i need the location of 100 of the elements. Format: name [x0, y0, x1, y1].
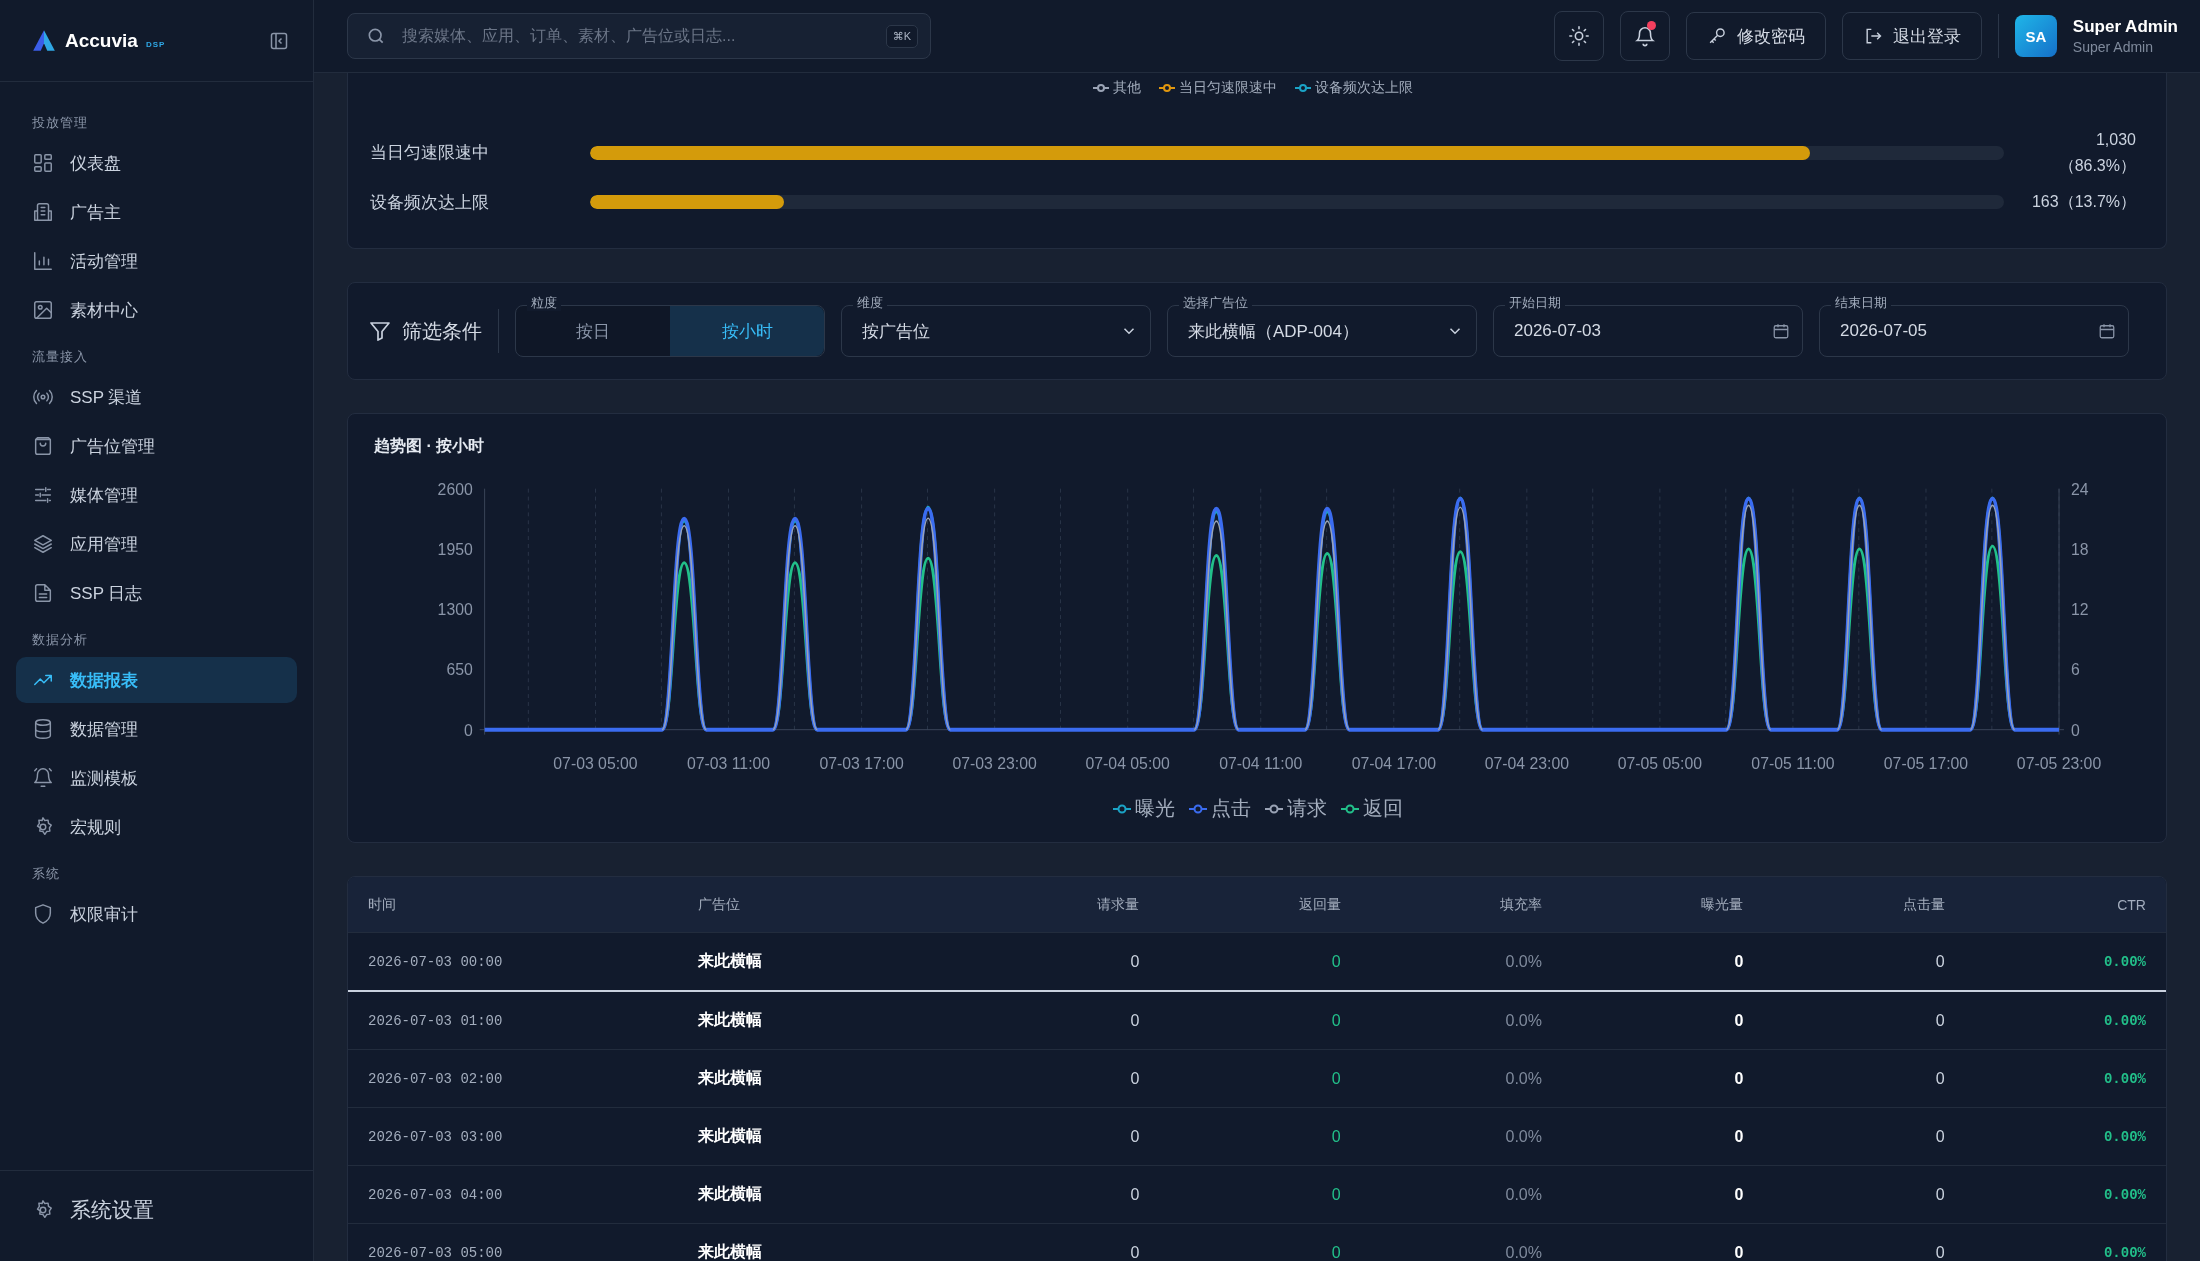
table-cell-text: 0 — [1129, 1185, 1140, 1204]
table-cell-text: 0 — [1934, 952, 1945, 971]
table-cell-text: 来此横幅 — [698, 1068, 763, 1089]
nav-section-title: 系统 — [31, 865, 61, 883]
user-role: Super Admin — [2072, 39, 2154, 55]
legend-label: 其他 — [1113, 79, 1141, 97]
table-cell-text: 0.00% — [2102, 1128, 2146, 1145]
table-cell-text: 0 — [1330, 1185, 1341, 1204]
table-cell-text: 0 — [1129, 1011, 1140, 1030]
legend-label: 点击 — [1211, 796, 1251, 822]
chart-title: 趋势图 · 按小时 — [374, 436, 486, 457]
table-cell-text: 0.00% — [2102, 1070, 2146, 1087]
legend-label: 返回 — [1363, 796, 1403, 822]
table-cell-text: 2026-07-03 02:00 — [368, 1070, 504, 1087]
x-tick-label: 07-03 17:00 — [819, 755, 904, 773]
legend-label: 当日匀速限速中 — [1179, 79, 1277, 97]
table-cell-text: 来此横幅 — [698, 1184, 763, 1205]
brand-tag: DSP — [145, 40, 166, 49]
field-label: 结束日期 — [1831, 295, 1891, 312]
y-tick-label: 1300 — [437, 601, 473, 619]
table-cell-text: 0.0% — [1504, 1069, 1542, 1088]
column-header: 曝光量 — [1700, 895, 1744, 914]
column-header: 点击量 — [1901, 895, 1945, 914]
y2-tick-label: 6 — [2070, 661, 2080, 679]
table-cell-text: 来此横幅 — [698, 951, 763, 972]
field-label: 粒度 — [527, 295, 561, 312]
table-cell-text: 0 — [1733, 952, 1744, 971]
field-label: 维度 — [853, 295, 887, 312]
x-tick-label: 07-04 05:00 — [1085, 755, 1170, 773]
table-cell-text: 0.00% — [2102, 1244, 2146, 1261]
table-cell-text: 来此横幅 — [698, 1126, 763, 1147]
x-tick-label: 07-03 11:00 — [686, 755, 771, 773]
table-cell-text: 0 — [1129, 952, 1140, 971]
table-cell-text: 0 — [1330, 952, 1341, 971]
nav-section-title: 流量接入 — [31, 348, 89, 366]
y2-tick-label: 0 — [2070, 721, 2080, 739]
column-header: 广告位 — [698, 895, 741, 914]
legend-label: 曝光 — [1135, 796, 1175, 822]
field-value: 2026-07-05 — [1840, 321, 1927, 342]
table-cell-text: 0 — [1934, 1011, 1945, 1030]
legend-label: 请求 — [1287, 796, 1327, 822]
y2-tick-label: 24 — [2070, 480, 2089, 498]
table-cell-text: 0.0% — [1504, 1185, 1542, 1204]
column-header: 填充率 — [1499, 895, 1542, 914]
legend-label: 设备频次达上限 — [1315, 79, 1413, 97]
table-cell-text: 2026-07-03 04:00 — [368, 1186, 504, 1203]
x-tick-label: 07-04 11:00 — [1219, 755, 1303, 773]
table-cell-text: 0 — [1129, 1069, 1140, 1088]
table-cell-text: 0.0% — [1504, 1243, 1542, 1261]
field-value: 按广告位 — [862, 320, 930, 343]
x-tick-label: 07-05 11:00 — [1751, 755, 1835, 773]
bar-label: 设备频次达上限 — [370, 191, 490, 214]
x-tick-label: 07-05 23:00 — [2016, 755, 2102, 773]
x-tick-label: 07-05 05:00 — [1617, 755, 1703, 773]
table-cell-text: 2026-07-03 00:00 — [368, 953, 504, 970]
table-cell-text: 0 — [1733, 1069, 1744, 1088]
table-cell-text: 0 — [1129, 1127, 1140, 1146]
y-tick-label: 1950 — [437, 541, 473, 559]
brand-name: Accuvia — [65, 29, 138, 52]
table-cell-text: 0 — [1330, 1127, 1341, 1146]
nav-section-title: 投放管理 — [31, 114, 89, 132]
user-name: Super Admin — [2072, 17, 2178, 37]
table-cell-text: 0 — [1934, 1243, 1945, 1261]
table-cell-text: 2026-07-03 05:00 — [368, 1244, 504, 1261]
table-cell-text: 0.00% — [2102, 1012, 2146, 1029]
nav-section-title: 数据分析 — [31, 631, 89, 649]
column-header: 时间 — [368, 895, 397, 914]
x-tick-label: 07-04 17:00 — [1351, 755, 1436, 773]
y-tick-label: 2600 — [437, 480, 473, 498]
x-tick-label: 07-03 05:00 — [553, 755, 638, 773]
table-cell-text: 0 — [1330, 1011, 1341, 1030]
y2-tick-label: 18 — [2070, 541, 2089, 559]
field-label: 选择广告位 — [1179, 295, 1252, 312]
table-cell-text: 2026-07-03 01:00 — [368, 1012, 504, 1029]
bar-reading: 163（13.7%） — [2030, 192, 2136, 213]
table-cell-text: 来此横幅 — [698, 1242, 763, 1261]
column-header: 请求量 — [1096, 895, 1140, 914]
y-tick-label: 650 — [446, 661, 473, 679]
table-cell-text: 0.0% — [1504, 1127, 1542, 1146]
column-header: 返回量 — [1297, 895, 1341, 914]
table-cell-text: 0 — [1330, 1069, 1341, 1088]
bar-label: 当日匀速限速中 — [370, 142, 490, 165]
x-tick-label: 07-04 23:00 — [1484, 755, 1569, 773]
x-tick-label: 07-05 17:00 — [1883, 755, 1969, 773]
table-cell-text: 0 — [1934, 1069, 1945, 1088]
table-cell-text: 0 — [1733, 1127, 1744, 1146]
table-cell-text: 0.0% — [1504, 1011, 1542, 1030]
field-value: 2026-07-03 — [1514, 321, 1601, 342]
y-tick-label: 0 — [463, 721, 473, 739]
table-cell-text: 0 — [1129, 1243, 1140, 1261]
table-cell-text: 0 — [1733, 1243, 1744, 1261]
field-value: 来此横幅（ADP-004） — [1188, 320, 1359, 343]
y2-tick-label: 12 — [2070, 601, 2089, 619]
filter-title: 筛选条件 — [402, 318, 482, 344]
field-label: 开始日期 — [1505, 295, 1565, 312]
x-tick-label: 07-03 23:00 — [952, 755, 1037, 773]
table-cell-text: 0.0% — [1504, 952, 1542, 971]
table-cell-text: 0 — [1733, 1011, 1744, 1030]
table-cell-text: 0 — [1733, 1185, 1744, 1204]
table-cell-text: 来此横幅 — [698, 1010, 763, 1031]
